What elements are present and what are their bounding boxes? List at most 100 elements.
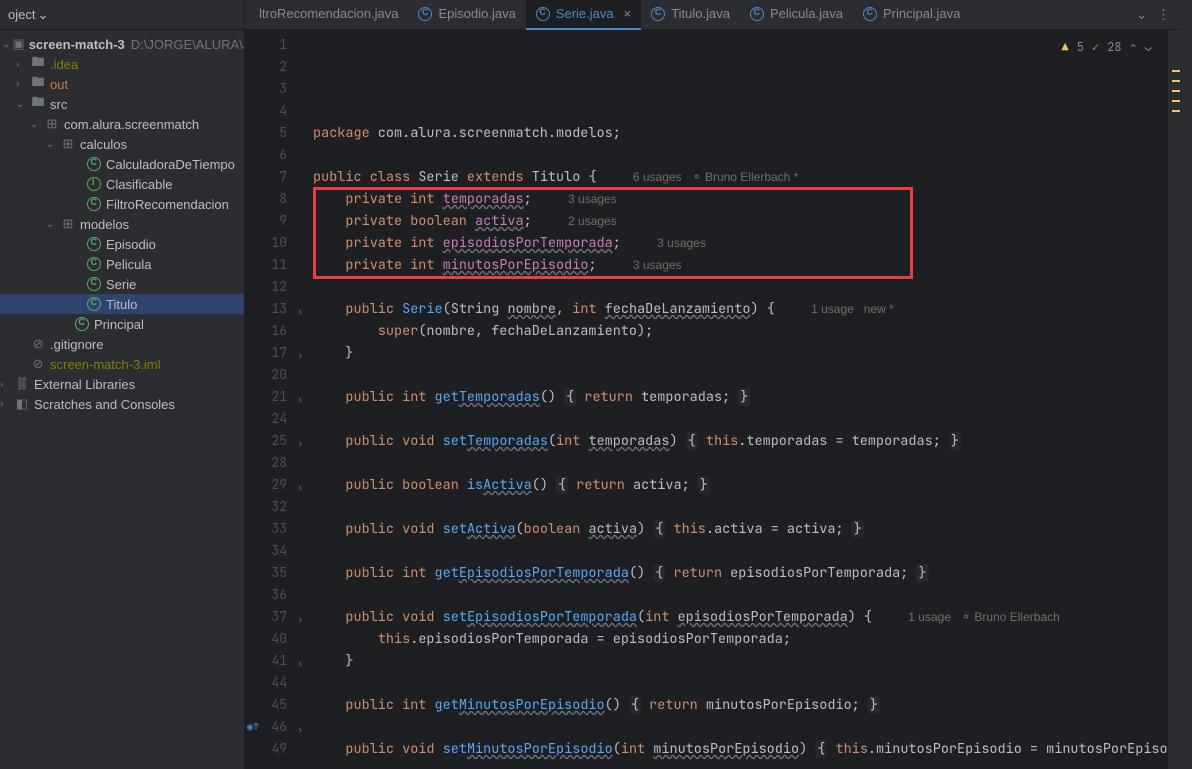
more-tabs-icon[interactable]: ⌄ xyxy=(1136,7,1147,23)
tree-item-serie[interactable]: Serie xyxy=(0,274,244,294)
code-line-41[interactable]: public void setMinutosPorEpisodio(int mi… xyxy=(313,738,1168,760)
project-root[interactable]: ⌄ ▣ screen-match-3 D:\JORGE\ALURA\Ja xyxy=(0,34,244,54)
code-line-6[interactable]: private int episodiosPorTemporada; 3 usa… xyxy=(313,232,1168,254)
inspections-widget[interactable]: ▲5 ✓28 ⌃ ⌄ xyxy=(1062,36,1152,58)
chevron-down-icon[interactable]: ⌄ xyxy=(37,7,49,23)
code-line-25[interactable]: public void setActiva(boolean activa) { … xyxy=(313,518,1168,540)
tree-item-src[interactable]: ⌄🖿src xyxy=(0,94,244,114)
tree-item-clasificable[interactable]: Clasificable xyxy=(0,174,244,194)
tree-label: Scratches and Consoles xyxy=(34,397,175,412)
tree-label: Episodio xyxy=(106,237,156,252)
class-icon xyxy=(536,7,550,21)
fold-icon[interactable]: › xyxy=(298,301,303,323)
code-line-2[interactable] xyxy=(313,144,1168,166)
chevron-icon[interactable]: ⌄ xyxy=(30,119,42,130)
code-line-12[interactable] xyxy=(313,364,1168,386)
tab-label: Serie.java xyxy=(556,6,614,21)
override-icon[interactable]: ◉↑ xyxy=(247,716,259,738)
chevron-down-icon[interactable]: ⌄ xyxy=(2,39,10,50)
code-line-17[interactable]: public void setTemporadas(int temporadas… xyxy=(313,430,1168,452)
fold-icon[interactable]: › xyxy=(298,433,303,455)
ok-icon[interactable]: ✓ xyxy=(1092,36,1099,58)
project-sidebar: oject ⌄ ⌄ ▣ screen-match-3 D:\JORGE\ALUR… xyxy=(0,0,245,769)
chevron-icon[interactable]: ⌄ xyxy=(46,139,58,150)
tree-item-scratches-and-consoles[interactable]: ›◧Scratches and Consoles xyxy=(0,394,244,414)
tree-label: External Libraries xyxy=(34,377,135,392)
close-icon[interactable]: × xyxy=(624,6,632,21)
code-line-11[interactable]: } xyxy=(313,342,1168,364)
tree-item-filtrorecomendacion[interactable]: FiltroRecomendacion xyxy=(0,194,244,214)
fold-icon[interactable]: › xyxy=(298,609,303,631)
code-line-37[interactable]: public int getMinutosPorEpisodio() { ret… xyxy=(313,694,1168,716)
tree-item--idea[interactable]: ›🖿.idea xyxy=(0,54,244,74)
chevron-icon[interactable]: › xyxy=(0,379,12,390)
tree-item-calculadoradetiempo[interactable]: CalculadoraDeTiempo xyxy=(0,154,244,174)
tree-item-out[interactable]: ›🖿out xyxy=(0,74,244,94)
tab-serie-java[interactable]: Serie.java × xyxy=(526,0,641,30)
code-line-29[interactable]: public int getEpisodiosPorTemporada() { … xyxy=(313,562,1168,584)
tree-item-com-alura-screenmatch[interactable]: ⌄⊞com.alura.screenmatch xyxy=(0,114,244,134)
tree-item-episodio[interactable]: Episodio xyxy=(0,234,244,254)
code-line-40[interactable] xyxy=(313,716,1168,738)
caret-up-icon[interactable]: ⌃ xyxy=(1130,36,1137,58)
tab-principal-java[interactable]: Principal.java xyxy=(853,0,970,30)
error-stripe[interactable] xyxy=(1168,30,1182,769)
code-line-7[interactable]: private int minutosPorEpisodio; 3 usages xyxy=(313,254,1168,276)
code-line-13[interactable]: public int getTemporadas() { return temp… xyxy=(313,386,1168,408)
code-line-33[interactable]: public void setEpisodiosPorTemporada(int… xyxy=(313,606,1168,628)
project-path: D:\JORGE\ALURA\Ja xyxy=(131,37,244,52)
more-icon[interactable]: ⋮ xyxy=(1157,7,1170,23)
fold-icon[interactable]: › xyxy=(298,345,303,367)
tree-item-external-libraries[interactable]: ›⫿⫿External Libraries xyxy=(0,374,244,394)
tab-episodio-java[interactable]: Episodio.java xyxy=(408,0,525,30)
code-line-3[interactable]: public class Serie extends Titulo { 6 us… xyxy=(313,166,1168,188)
chevron-icon[interactable]: › xyxy=(16,79,28,90)
caret-down-icon[interactable]: ⌄ xyxy=(1145,36,1152,58)
editor[interactable]: 12345678910111213›1617›2021›2425›2829›32… xyxy=(245,30,1182,769)
tab-pelicula-java[interactable]: Pelicula.java xyxy=(740,0,853,30)
chevron-icon[interactable]: ⌄ xyxy=(46,219,58,230)
tab-titulo-java[interactable]: Titulo.java xyxy=(641,0,740,30)
code-line-34[interactable]: this.episodiosPorTemporada = episodiosPo… xyxy=(313,628,1168,650)
code-line-20[interactable] xyxy=(313,452,1168,474)
tree-label: modelos xyxy=(80,217,129,232)
tree-item-pelicula[interactable]: Pelicula xyxy=(0,254,244,274)
chevron-icon[interactable]: ⌄ xyxy=(16,99,28,110)
code-line-10[interactable]: super(nombre, fechaDeLanzamiento); xyxy=(313,320,1168,342)
fold-icon[interactable]: › xyxy=(298,719,303,741)
warning-icon[interactable]: ▲ xyxy=(1062,36,1069,58)
code-line-21[interactable]: public boolean isActiva() { return activ… xyxy=(313,474,1168,496)
code-line-9[interactable]: public Serie(String nombre, int fechaDeL… xyxy=(313,298,1168,320)
code-line-32[interactable] xyxy=(313,584,1168,606)
fold-icon[interactable]: › xyxy=(298,389,303,411)
code-line-5[interactable]: private boolean activa; 2 usages xyxy=(313,210,1168,232)
tree-item-screen-match-3-iml[interactable]: ⊘screen-match-3.iml xyxy=(0,354,244,374)
code-line-24[interactable] xyxy=(313,496,1168,518)
tree-item-principal[interactable]: Principal xyxy=(0,314,244,334)
tree-item-titulo[interactable]: Titulo xyxy=(0,294,244,314)
code-line-16[interactable] xyxy=(313,408,1168,430)
code-line-36[interactable] xyxy=(313,672,1168,694)
package-icon: ⊞ xyxy=(60,136,76,152)
tree-item--gitignore[interactable]: ⊘.gitignore xyxy=(0,334,244,354)
chevron-icon[interactable]: › xyxy=(16,59,28,70)
fold-icon[interactable]: › xyxy=(298,653,303,675)
main-area: ltroRecomendacion.javaEpisodio.javaSerie… xyxy=(245,0,1182,769)
code-line-28[interactable] xyxy=(313,540,1168,562)
code-line-44[interactable] xyxy=(313,760,1168,769)
code-area[interactable]: ▲5 ✓28 ⌃ ⌄ package com.alura.screenmatch… xyxy=(305,30,1168,769)
tree-item-modelos[interactable]: ⌄⊞modelos xyxy=(0,214,244,234)
class-icon xyxy=(86,256,102,272)
fold-icon[interactable]: › xyxy=(298,477,303,499)
chevron-icon[interactable]: › xyxy=(0,399,12,410)
code-line-35[interactable]: } xyxy=(313,650,1168,672)
tree-label: .idea xyxy=(50,57,78,72)
code-line-4[interactable]: private int temporadas; 3 usages xyxy=(313,188,1168,210)
tab-ltrorecomendacion-java[interactable]: ltroRecomendacion.java xyxy=(249,0,408,30)
code-line-1[interactable]: package com.alura.screenmatch.modelos; xyxy=(313,122,1168,144)
tree-label: Pelicula xyxy=(106,257,152,272)
project-tree[interactable]: ⌄ ▣ screen-match-3 D:\JORGE\ALURA\Ja ›🖿.… xyxy=(0,30,244,769)
code-line-8[interactable] xyxy=(313,276,1168,298)
package-icon: ⊞ xyxy=(44,116,60,132)
tree-item-calculos[interactable]: ⌄⊞calculos xyxy=(0,134,244,154)
